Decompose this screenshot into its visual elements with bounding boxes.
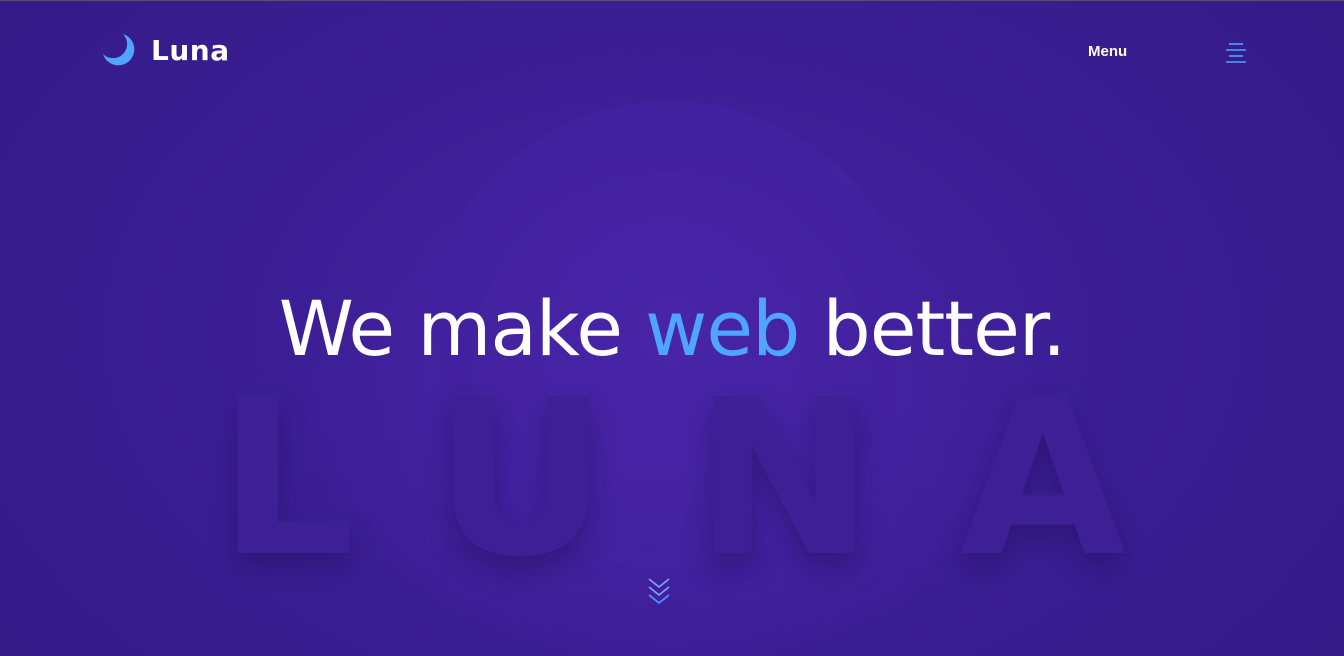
double-chevron-down-icon[interactable] bbox=[646, 575, 672, 611]
crescent-moon-icon bbox=[101, 32, 137, 68]
logo-text: Luna bbox=[151, 33, 230, 67]
hero-headline: We make web better. bbox=[0, 283, 1344, 374]
hero-page: LUNA Luna Menu We make web better. bbox=[0, 0, 1344, 656]
luna-watermark: LUNA bbox=[217, 353, 1213, 604]
menu-label[interactable]: Menu bbox=[1088, 43, 1127, 60]
headline-part-1: We make bbox=[278, 284, 646, 373]
headline-accent-word: web bbox=[645, 284, 800, 373]
logo-link[interactable]: Luna bbox=[101, 32, 230, 68]
headline-part-2: better. bbox=[799, 284, 1066, 373]
hamburger-icon[interactable] bbox=[1224, 41, 1248, 65]
site-header: Luna Menu bbox=[0, 1, 1344, 101]
